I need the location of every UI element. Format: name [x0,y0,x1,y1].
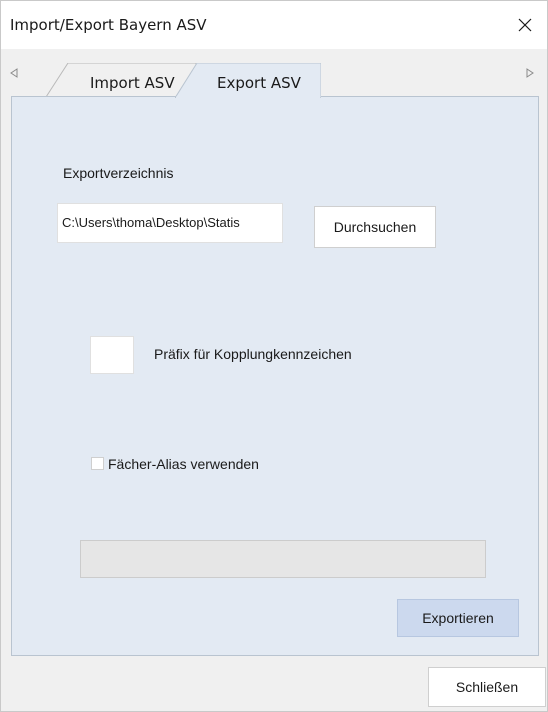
tab-export-asv[interactable]: Export ASV [175,63,321,98]
tab-export-label: Export ASV [217,74,301,92]
window-title: Import/Export Bayern ASV [10,16,207,34]
triangle-right-icon [526,68,534,78]
tab-import-label: Import ASV [90,74,175,92]
tab-scroll-left-button[interactable] [9,68,19,78]
prefix-input[interactable] [90,336,134,374]
export-progress-bar [80,540,486,578]
close-icon [518,18,532,32]
export-directory-input[interactable]: C:\Users\thoma\Desktop\Statis [57,203,283,243]
tab-scroll-right-button[interactable] [525,68,535,78]
close-dialog-button[interactable]: Schließen [428,667,546,707]
browse-button[interactable]: Durchsuchen [314,206,436,248]
alias-checkbox[interactable] [91,457,104,470]
import-export-dialog: Import/Export Bayern ASV Import ASV Expo… [0,0,548,712]
window-close-button[interactable] [503,1,547,49]
alias-label: Fächer-Alias verwenden [108,456,259,472]
triangle-left-icon [10,68,18,78]
export-directory-label: Exportverzeichnis [63,165,174,181]
title-bar: Import/Export Bayern ASV [1,1,547,49]
prefix-label: Präfix für Kopplungkennzeichen [154,346,352,362]
export-button[interactable]: Exportieren [397,599,519,637]
tab-import-asv[interactable]: Import ASV [46,63,196,97]
